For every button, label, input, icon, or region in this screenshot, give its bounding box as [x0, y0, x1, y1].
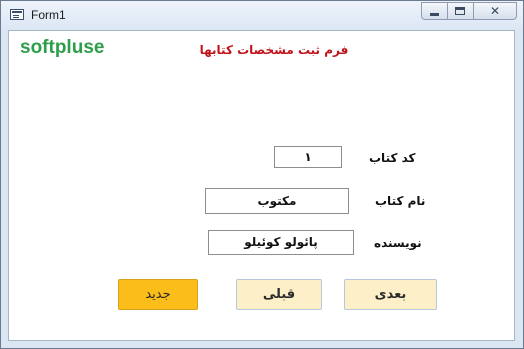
close-icon: ✕	[489, 4, 501, 18]
maximize-button[interactable]	[447, 2, 473, 20]
minimize-button[interactable]	[421, 2, 447, 20]
author-field[interactable]: پائولو کوئیلو	[208, 230, 354, 255]
maximize-icon	[455, 7, 465, 15]
book-name-label: نام کتاب	[375, 194, 426, 208]
minimize-icon	[430, 13, 439, 16]
form-icon	[10, 9, 24, 20]
app-window: Form1 ✕ softpluse فرم ثبت مشخصات کتابها …	[0, 0, 524, 349]
title-bar[interactable]: Form1 ✕	[1, 1, 523, 29]
book-name-field[interactable]: مکتوب	[205, 188, 349, 214]
close-button[interactable]: ✕	[473, 2, 517, 20]
form-title: فرم ثبت مشخصات کتابها	[199, 43, 349, 57]
book-code-field[interactable]: ۱	[274, 146, 342, 168]
next-button[interactable]: بعدی	[344, 279, 437, 310]
brand-label: softpluse	[20, 37, 105, 58]
previous-button[interactable]: قبلی	[236, 279, 322, 310]
book-code-label: کد کتاب	[369, 151, 416, 165]
author-label: نویسنده	[374, 236, 422, 250]
window-controls: ✕	[421, 2, 517, 21]
window-title: Form1	[31, 8, 66, 22]
new-button[interactable]: جدید	[118, 279, 198, 310]
form-client-area: softpluse فرم ثبت مشخصات کتابها کد کتاب …	[8, 30, 515, 341]
